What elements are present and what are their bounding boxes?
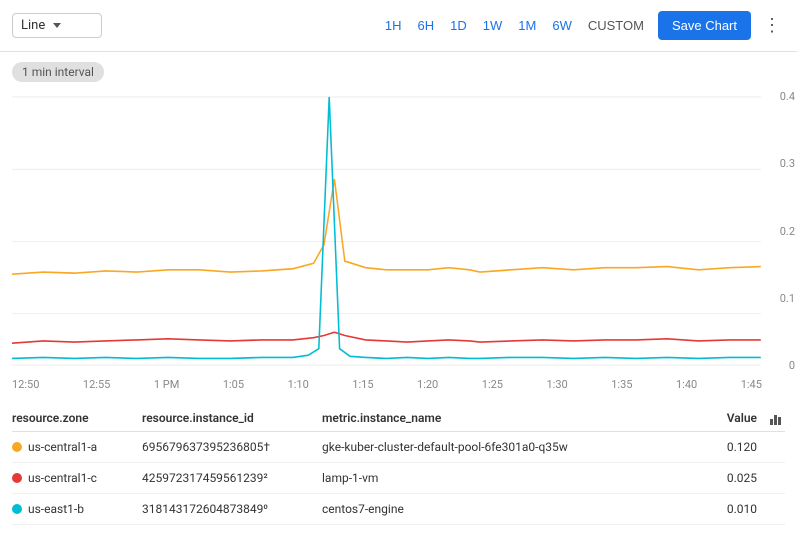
dot-red-icon bbox=[12, 473, 22, 483]
col-header-zone: resource.zone bbox=[12, 411, 142, 425]
zone-cell-1: us-central1-a bbox=[12, 440, 142, 454]
time-btn-1d[interactable]: 1D bbox=[444, 14, 473, 37]
toolbar: Line 1H 6H 1D 1W 1M 6W CUSTOM Save Chart… bbox=[0, 0, 797, 52]
table-row: us-east1-b 318143172604873849⁰ centos7-e… bbox=[12, 494, 785, 525]
metric-name-2: lamp-1-vm bbox=[322, 471, 685, 485]
x-label-105: 1:05 bbox=[223, 378, 244, 391]
metric-name-3: centos7-engine bbox=[322, 502, 685, 516]
x-label-1255: 12:55 bbox=[83, 378, 110, 391]
table-row: us-central1-c 425972317459561239² lamp-1… bbox=[12, 463, 785, 494]
chart-area: 1 min interval 0.4 0.3 0.2 bbox=[0, 52, 797, 391]
time-btn-custom[interactable]: CUSTOM bbox=[582, 14, 650, 37]
y-label-01: 0.1 bbox=[769, 292, 795, 305]
y-label-03: 0.3 bbox=[769, 157, 795, 170]
interval-badge: 1 min interval bbox=[12, 62, 104, 82]
dropdown-arrow-icon bbox=[53, 23, 61, 28]
x-label-115: 1:15 bbox=[352, 378, 373, 391]
table-header-row: resource.zone resource.instance_id metri… bbox=[12, 405, 785, 432]
zone-cell-3: us-east1-b bbox=[12, 502, 142, 516]
time-range-buttons: 1H 6H 1D 1W 1M 6W CUSTOM bbox=[379, 14, 650, 37]
col-header-metric-name: metric.instance_name bbox=[322, 411, 685, 425]
y-label-04: 0.4 bbox=[769, 90, 795, 103]
value-1: 0.120 bbox=[685, 440, 765, 454]
col-header-value: Value bbox=[685, 411, 765, 425]
y-axis-labels: 0.4 0.3 0.2 0.1 0 bbox=[767, 86, 797, 376]
chart-svg bbox=[12, 86, 792, 376]
zone-label-1: us-central1-a bbox=[28, 440, 97, 454]
x-label-1250: 12:50 bbox=[12, 378, 39, 391]
chart-type-label: Line bbox=[21, 18, 45, 33]
instance-id-3: 318143172604873849⁰ bbox=[142, 502, 322, 516]
x-label-1pm: 1 PM bbox=[154, 378, 179, 391]
x-label-145: 1:45 bbox=[741, 378, 762, 391]
zone-label-2: us-central1-c bbox=[28, 471, 97, 485]
x-label-140: 1:40 bbox=[676, 378, 697, 391]
save-chart-button[interactable]: Save Chart bbox=[658, 11, 751, 40]
data-table: resource.zone resource.instance_id metri… bbox=[0, 397, 797, 525]
time-btn-6w[interactable]: 6W bbox=[546, 14, 578, 37]
chart-type-dropdown[interactable]: Line bbox=[12, 13, 102, 38]
x-label-120: 1:20 bbox=[417, 378, 438, 391]
value-2: 0.025 bbox=[685, 471, 765, 485]
y-label-00: 0 bbox=[769, 359, 795, 372]
zone-cell-2: us-central1-c bbox=[12, 471, 142, 485]
time-btn-1h[interactable]: 1H bbox=[379, 14, 408, 37]
chart-wrapper: 0.4 0.3 0.2 0.1 0 bbox=[12, 86, 797, 376]
x-axis-labels: 12:50 12:55 1 PM 1:05 1:10 1:15 1:20 1:2… bbox=[12, 376, 792, 391]
dot-orange-icon bbox=[12, 442, 22, 452]
col-header-instance-id: resource.instance_id bbox=[142, 411, 322, 425]
chart-container bbox=[12, 86, 792, 376]
table-row: us-central1-a 695679637395236805† gke-ku… bbox=[12, 432, 785, 463]
time-btn-6h[interactable]: 6H bbox=[412, 14, 441, 37]
x-label-125: 1:25 bbox=[482, 378, 503, 391]
instance-id-2: 425972317459561239² bbox=[142, 471, 322, 485]
time-btn-1m[interactable]: 1M bbox=[512, 14, 542, 37]
y-label-02: 0.2 bbox=[769, 225, 795, 238]
value-3: 0.010 bbox=[685, 502, 765, 516]
instance-id-1: 695679637395236805† bbox=[142, 440, 322, 454]
more-options-icon[interactable]: ⋮ bbox=[759, 11, 785, 40]
col-header-icon[interactable] bbox=[765, 411, 785, 425]
x-label-130: 1:30 bbox=[547, 378, 568, 391]
dot-teal-icon bbox=[12, 504, 22, 514]
column-settings-icon[interactable] bbox=[770, 411, 781, 425]
time-btn-1w[interactable]: 1W bbox=[477, 14, 509, 37]
zone-label-3: us-east1-b bbox=[28, 502, 84, 516]
metric-name-1: gke-kuber-cluster-default-pool-6fe301a0-… bbox=[322, 440, 685, 454]
x-label-135: 1:35 bbox=[611, 378, 632, 391]
x-label-110: 1:10 bbox=[288, 378, 309, 391]
